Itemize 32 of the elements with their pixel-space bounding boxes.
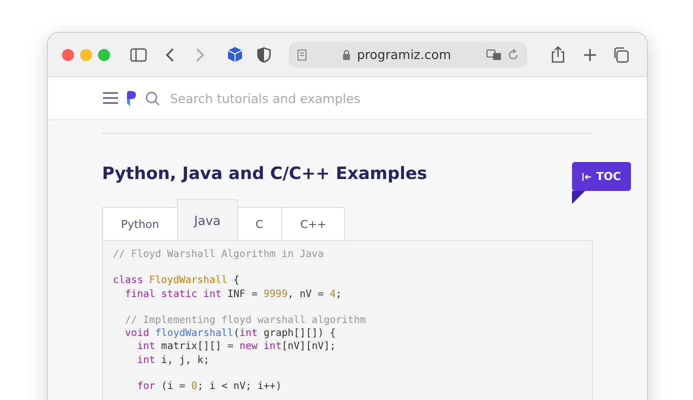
- sidebar-icon[interactable]: [130, 48, 147, 62]
- tabs-overview-icon[interactable]: [613, 46, 629, 62]
- shield-icon[interactable]: [257, 46, 271, 62]
- cube-icon[interactable]: [227, 46, 243, 63]
- page-icon: [297, 48, 307, 60]
- code-line: final static int INF = 9999, nV = 4;: [124, 288, 343, 301]
- plus-icon[interactable]: [583, 48, 597, 62]
- translate-icon[interactable]: [486, 48, 502, 60]
- ribbon-fold: [572, 191, 586, 204]
- page-heading: Python, Java and C/C++ Examples: [102, 164, 428, 184]
- code-line: int i, j, k;: [136, 354, 210, 367]
- toc-button[interactable]: TOC: [572, 162, 631, 191]
- share-icon[interactable]: [551, 46, 565, 63]
- menu-icon[interactable]: [103, 92, 118, 104]
- code-line: class FloydWarshall {: [113, 274, 240, 288]
- language-tab[interactable]: C: [236, 207, 282, 240]
- search-icon[interactable]: [145, 90, 160, 106]
- code-line: // Implementing floyd warshall algorithm: [124, 314, 367, 328]
- back-icon[interactable]: [165, 48, 175, 62]
- lock-icon: [342, 49, 351, 60]
- reload-icon[interactable]: [508, 48, 519, 60]
- language-tab[interactable]: Python: [102, 207, 178, 240]
- code-line: for (i = 0; i < nV; i++): [136, 380, 283, 394]
- sidebar-exit-icon: [582, 172, 592, 182]
- search-field[interactable]: Search tutorials and examples: [168, 90, 432, 106]
- language-tab[interactable]: C++: [281, 207, 346, 240]
- code-line: int matrix[][] = new int[nV][nV];: [136, 340, 337, 354]
- logo-icon[interactable]: [126, 90, 137, 106]
- language-tab[interactable]: Java: [177, 199, 238, 240]
- code-line: // Floyd Warshall Algorithm in Java: [113, 248, 325, 262]
- close-window-icon[interactable]: [62, 48, 74, 60]
- code-line: void floydWarshall(int graph[][]) {: [124, 327, 337, 340]
